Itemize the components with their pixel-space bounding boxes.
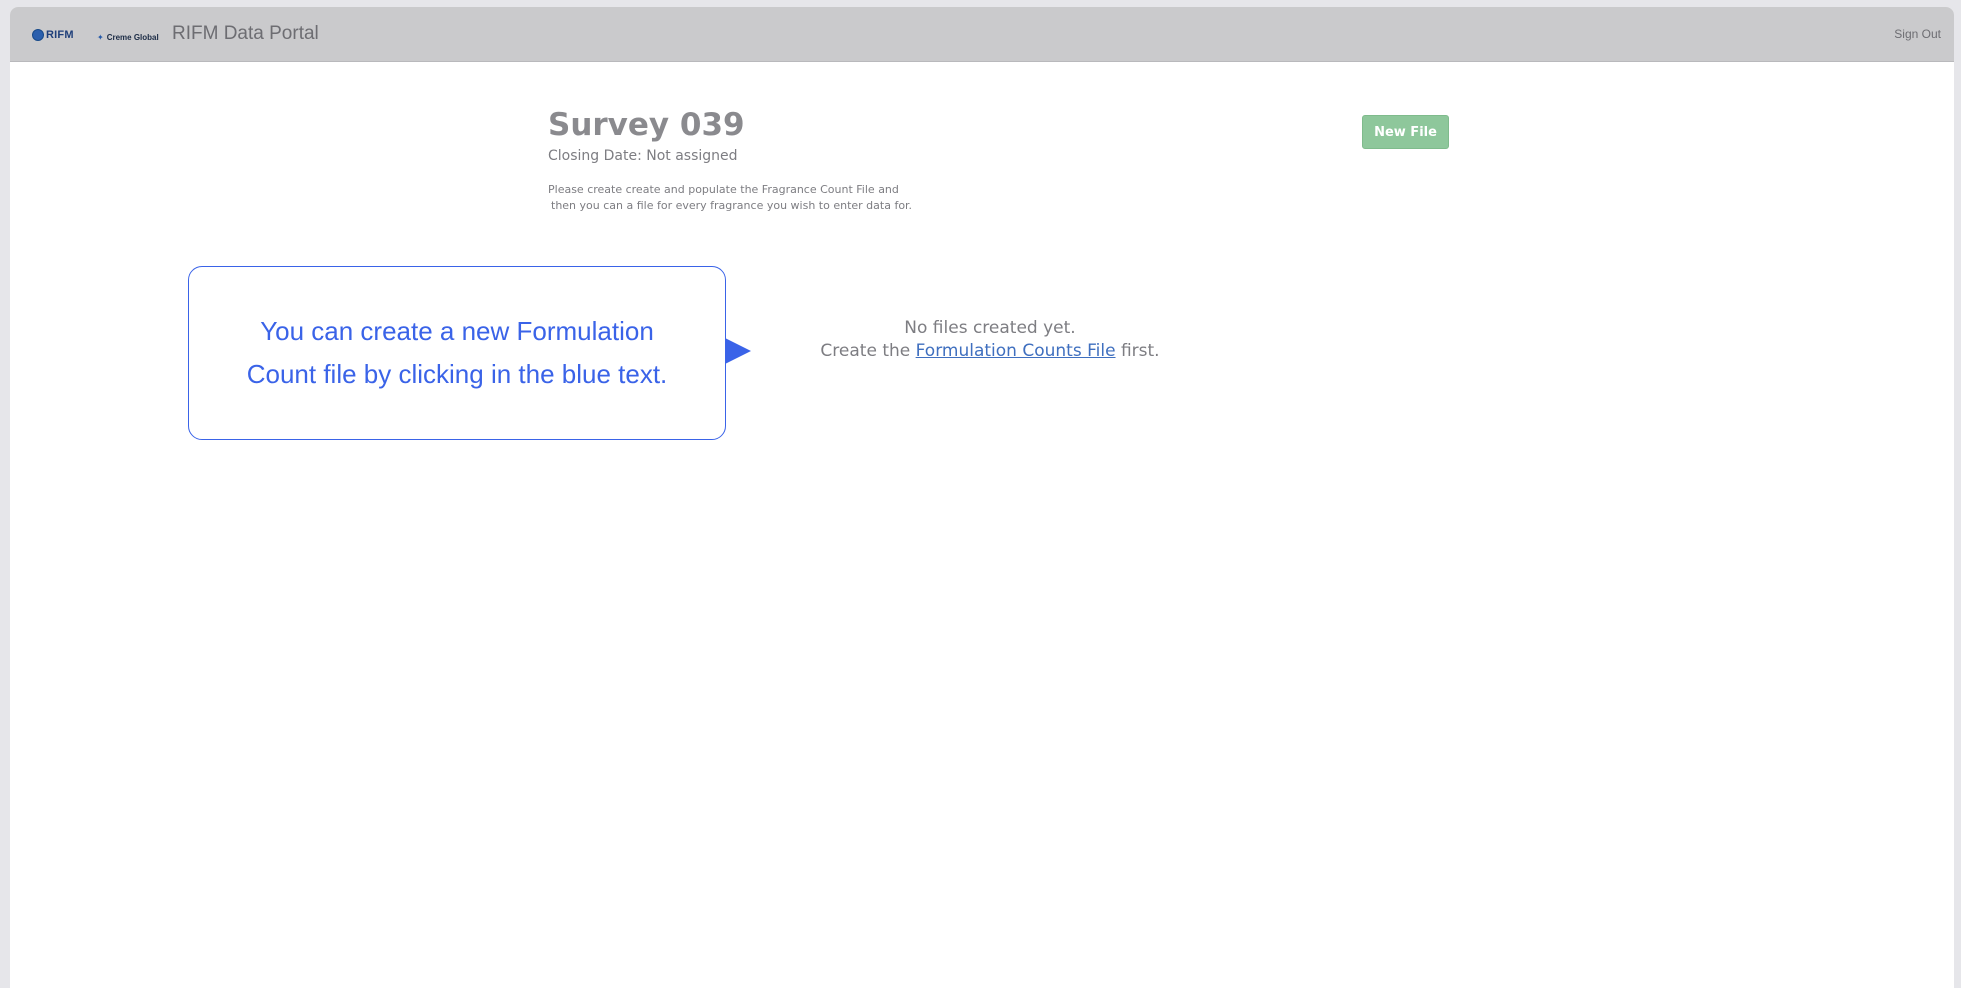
new-file-button[interactable]: New File — [1362, 115, 1449, 149]
instructions-line-2: then you can a file for every fragrance … — [551, 199, 913, 212]
closing-date: Closing Date: Not assigned — [548, 148, 738, 164]
rifm-logo[interactable]: RIFM — [32, 24, 74, 46]
rifm-globe-icon — [32, 29, 44, 41]
app-window: RIFM ✦ Creme Global RIFM Data Portal Sig… — [10, 7, 1954, 988]
page-title: Survey 039 — [548, 107, 745, 143]
top-navbar: RIFM ✦ Creme Global RIFM Data Portal Sig… — [10, 7, 1954, 62]
empty-state-line-1: No files created yet. — [904, 318, 1076, 338]
rifm-logo-text: RIFM — [46, 29, 74, 41]
formulation-counts-file-link[interactable]: Formulation Counts File — [916, 341, 1116, 361]
app-title[interactable]: RIFM Data Portal — [172, 23, 319, 45]
creme-global-mark-icon: ✦ — [97, 33, 104, 42]
creme-global-logo[interactable]: ✦ Creme Global — [97, 33, 159, 42]
tutorial-callout: You can create a new Formulation Count f… — [188, 266, 726, 440]
empty-state-line-2: Create the Formulation Counts File first… — [770, 340, 1210, 363]
callout-text: You can create a new Formulation Count f… — [246, 316, 668, 389]
instructions-text: Please create create and populate the Fr… — [548, 182, 968, 214]
creme-global-logo-text: Creme Global — [106, 33, 159, 42]
instructions-line-1: Please create create and populate the Fr… — [548, 183, 899, 196]
sign-out-link[interactable]: Sign Out — [1894, 27, 1941, 41]
callout-arrow-icon — [725, 338, 751, 364]
empty-state-prefix: Create the — [820, 341, 911, 361]
empty-state-message: No files created yet. Create the Formula… — [770, 317, 1210, 363]
empty-state-suffix: first. — [1120, 341, 1160, 361]
